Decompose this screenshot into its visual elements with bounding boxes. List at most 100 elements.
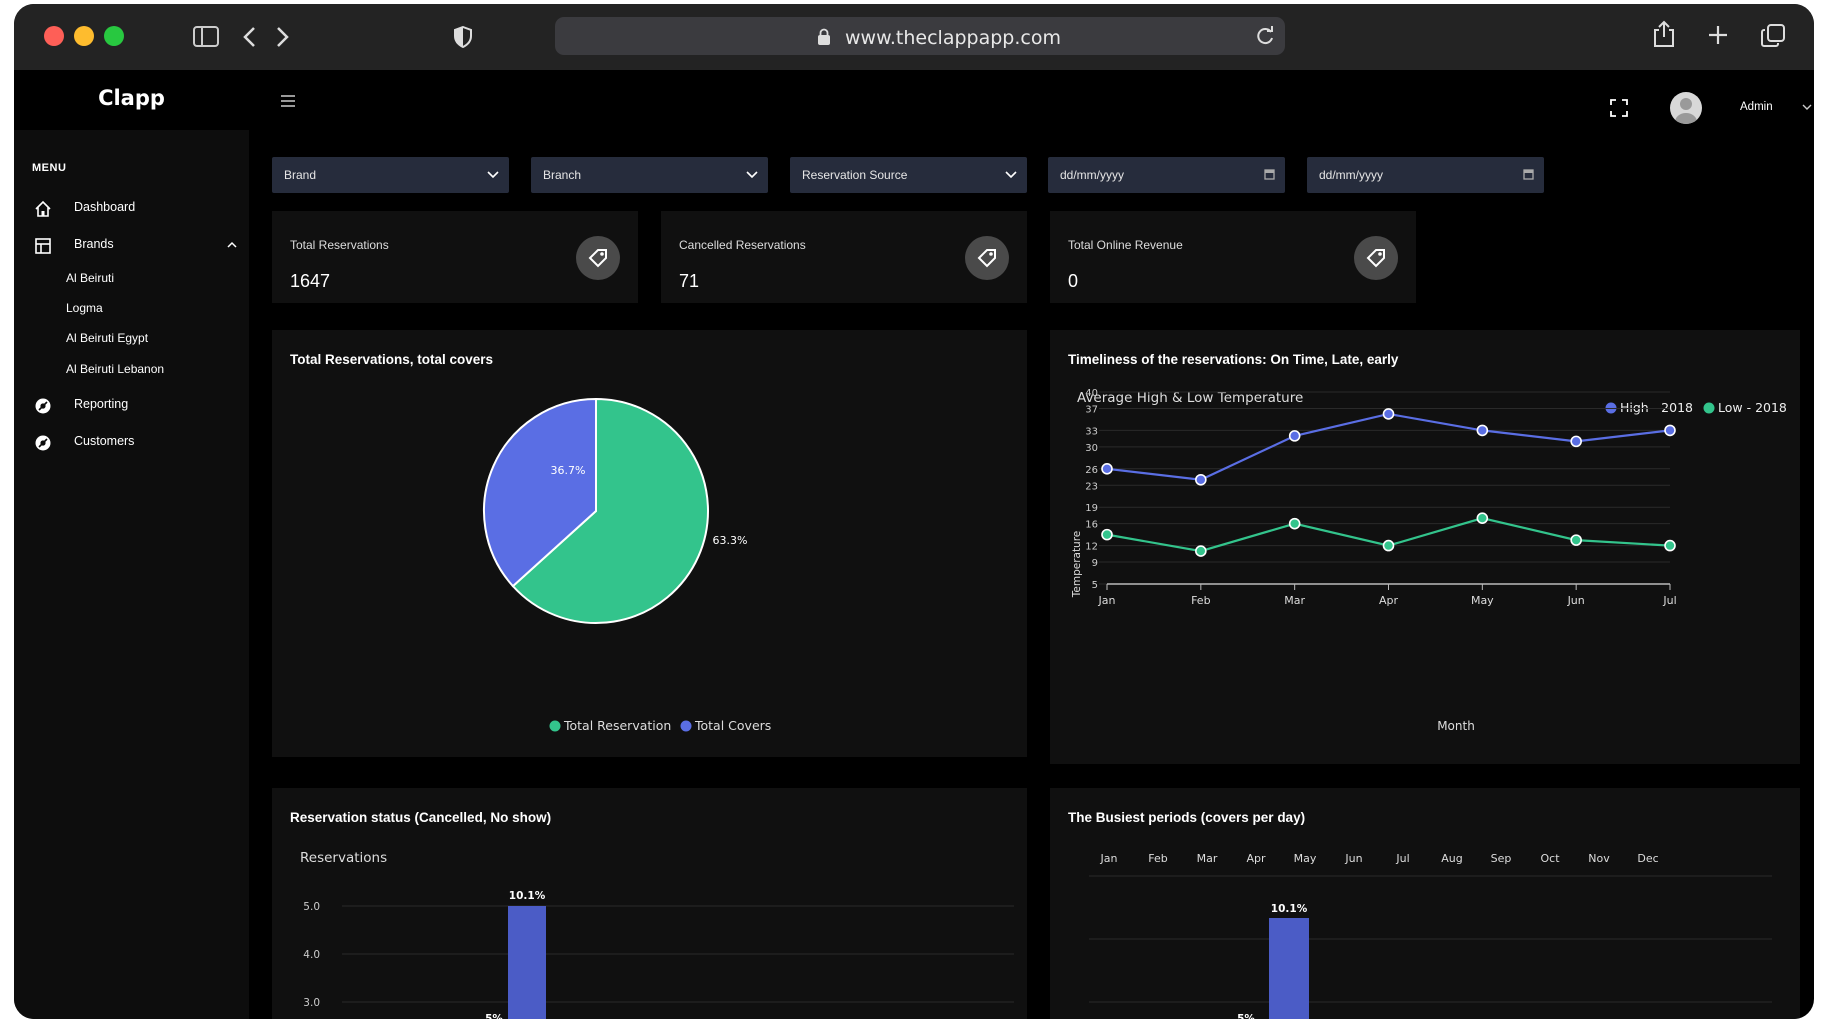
browser-window: www.theclappapp.com Clapp MENU Dashboard… — [14, 4, 1814, 1019]
sidebar-subitem-brand[interactable]: Al Beiruti — [66, 271, 114, 285]
y-tick-label: 37 — [1085, 404, 1098, 415]
pie-label: 63.3% — [713, 534, 748, 547]
stat-badge — [965, 236, 1009, 280]
stat-title: Total Reservations — [290, 238, 389, 252]
address-bar[interactable]: www.theclappapp.com — [555, 17, 1285, 55]
pie-chart-panel: Total Reservations, total covers 63.3% 3… — [272, 330, 1027, 757]
tag-icon — [588, 249, 607, 268]
lock-icon — [818, 28, 830, 45]
new-tab-icon[interactable] — [1707, 24, 1729, 46]
x-tick-label: Dec — [1637, 852, 1658, 865]
branch-select[interactable]: Branch — [531, 157, 768, 193]
legend-swatch — [1703, 402, 1715, 414]
data-point[interactable] — [1476, 424, 1489, 437]
sidebar-item-reporting[interactable]: Reporting — [34, 393, 234, 417]
reservation-source-select[interactable]: Reservation Source — [790, 157, 1027, 193]
chevron-down-icon — [487, 171, 499, 179]
chevron-down-icon — [1005, 171, 1017, 179]
calendar-icon[interactable] — [1263, 168, 1275, 180]
data-point[interactable] — [1101, 528, 1113, 541]
maximize-window-button[interactable] — [104, 26, 124, 46]
sidebar-toggle-icon[interactable] — [193, 26, 219, 48]
user-name[interactable]: Admin — [1740, 101, 1773, 113]
sidebar-subitem-brand[interactable]: Al Beiruti Egypt — [66, 331, 148, 345]
x-tick-label: Jan — [1098, 594, 1116, 607]
date-placeholder: dd/mm/yyyy — [1060, 168, 1125, 182]
avatar[interactable] — [1670, 92, 1702, 124]
stat-badge — [1354, 236, 1398, 280]
select-value: Brand — [284, 168, 317, 182]
shield-icon[interactable] — [454, 26, 472, 48]
bar-label: 5% — [1237, 1013, 1255, 1019]
legend-label[interactable]: Total Covers — [694, 718, 771, 733]
y-axis-label: Temperature — [1071, 531, 1083, 599]
chevron-up-icon[interactable] — [227, 241, 237, 249]
date-to-input[interactable]: dd/mm/yyyy — [1307, 157, 1544, 193]
app-logo[interactable]: Clapp — [14, 70, 249, 130]
x-tick-label: May — [1471, 594, 1494, 607]
date-from-input[interactable]: dd/mm/yyyy — [1048, 157, 1285, 193]
stat-card-online-revenue: Total Online Revenue 0 — [1050, 211, 1416, 303]
data-point[interactable] — [1476, 512, 1489, 524]
y-tick-label: 16 — [1085, 520, 1098, 531]
hamburger-menu-icon[interactable] — [280, 94, 296, 108]
y-tick-label: 23 — [1085, 481, 1098, 492]
forward-icon[interactable] — [276, 26, 290, 48]
line-chart-panel: Timeliness of the reservations: On Time,… — [1050, 330, 1800, 764]
y-tick-label: 5 — [1092, 580, 1098, 591]
status-bar-chart: Reservations 5.0 4.0 3.0 10.1% 5% — [300, 850, 1014, 1019]
close-window-button[interactable] — [44, 26, 64, 46]
legend-swatch — [680, 720, 692, 732]
x-tick-label: Aug — [1441, 852, 1462, 865]
data-point[interactable] — [1195, 473, 1207, 486]
reload-icon[interactable] — [1255, 26, 1275, 46]
tabs-overview-icon[interactable] — [1761, 24, 1785, 48]
chart-subtitle: Reservations — [300, 850, 387, 866]
data-point[interactable] — [1288, 430, 1301, 442]
chevron-down-icon[interactable] — [1802, 103, 1812, 111]
sidebar-item-label: Reporting — [74, 397, 129, 411]
bar-label: 5% — [485, 1013, 503, 1019]
data-point[interactable] — [1382, 408, 1395, 420]
bar-label: 10.1% — [1271, 903, 1308, 915]
legend-label[interactable]: Total Reservation — [563, 718, 671, 733]
y-tick-label: 12 — [1085, 542, 1098, 553]
y-tick-label: 5.0 — [303, 901, 320, 913]
minimize-window-button[interactable] — [74, 26, 94, 46]
x-tick-label: Mar — [1197, 852, 1218, 865]
date-placeholder: dd/mm/yyyy — [1319, 168, 1384, 182]
data-point[interactable] — [1195, 545, 1207, 557]
data-point[interactable] — [1382, 539, 1395, 552]
stat-value: 0 — [1068, 271, 1079, 291]
sidebar-subitem-brand[interactable]: Al Beiruti Lebanon — [66, 362, 164, 376]
tag-icon — [1366, 249, 1385, 268]
x-tick-label: Apr — [1379, 594, 1399, 607]
x-tick-label: Jul — [1395, 852, 1409, 865]
data-point[interactable] — [1101, 463, 1113, 475]
sidebar-subitem-brand[interactable]: Logma — [66, 301, 103, 315]
line-chart: Average High & Low Temperature High - 20… — [1071, 388, 1787, 733]
legend-label[interactable]: High - 2018 — [1620, 400, 1693, 415]
data-point[interactable] — [1288, 517, 1301, 530]
legend-label[interactable]: Low - 2018 — [1718, 400, 1787, 415]
x-tick-label: May — [1294, 852, 1317, 865]
sidebar-item-dashboard[interactable]: Dashboard — [34, 196, 234, 220]
sidebar-item-brands[interactable]: Brands — [34, 233, 237, 257]
stat-title: Cancelled Reservations — [679, 238, 806, 252]
back-icon[interactable] — [242, 26, 256, 48]
home-icon — [35, 200, 51, 217]
calendar-icon[interactable] — [1522, 168, 1534, 180]
bar — [508, 906, 546, 1019]
data-point[interactable] — [1570, 435, 1582, 448]
sidebar: Clapp MENU Dashboard Brands Al Beiruti L… — [14, 70, 249, 1019]
data-point[interactable] — [1664, 424, 1676, 437]
sidebar-item-customers[interactable]: Customers — [34, 430, 234, 454]
data-point[interactable] — [1664, 539, 1676, 552]
brand-select[interactable]: Brand — [272, 157, 509, 193]
share-icon[interactable] — [1652, 20, 1676, 48]
x-tick-label: Oct — [1540, 852, 1560, 865]
data-point[interactable] — [1570, 534, 1582, 546]
fullscreen-icon[interactable] — [1610, 99, 1628, 117]
legend-swatch — [549, 720, 561, 732]
y-tick-label: 9 — [1092, 558, 1098, 569]
